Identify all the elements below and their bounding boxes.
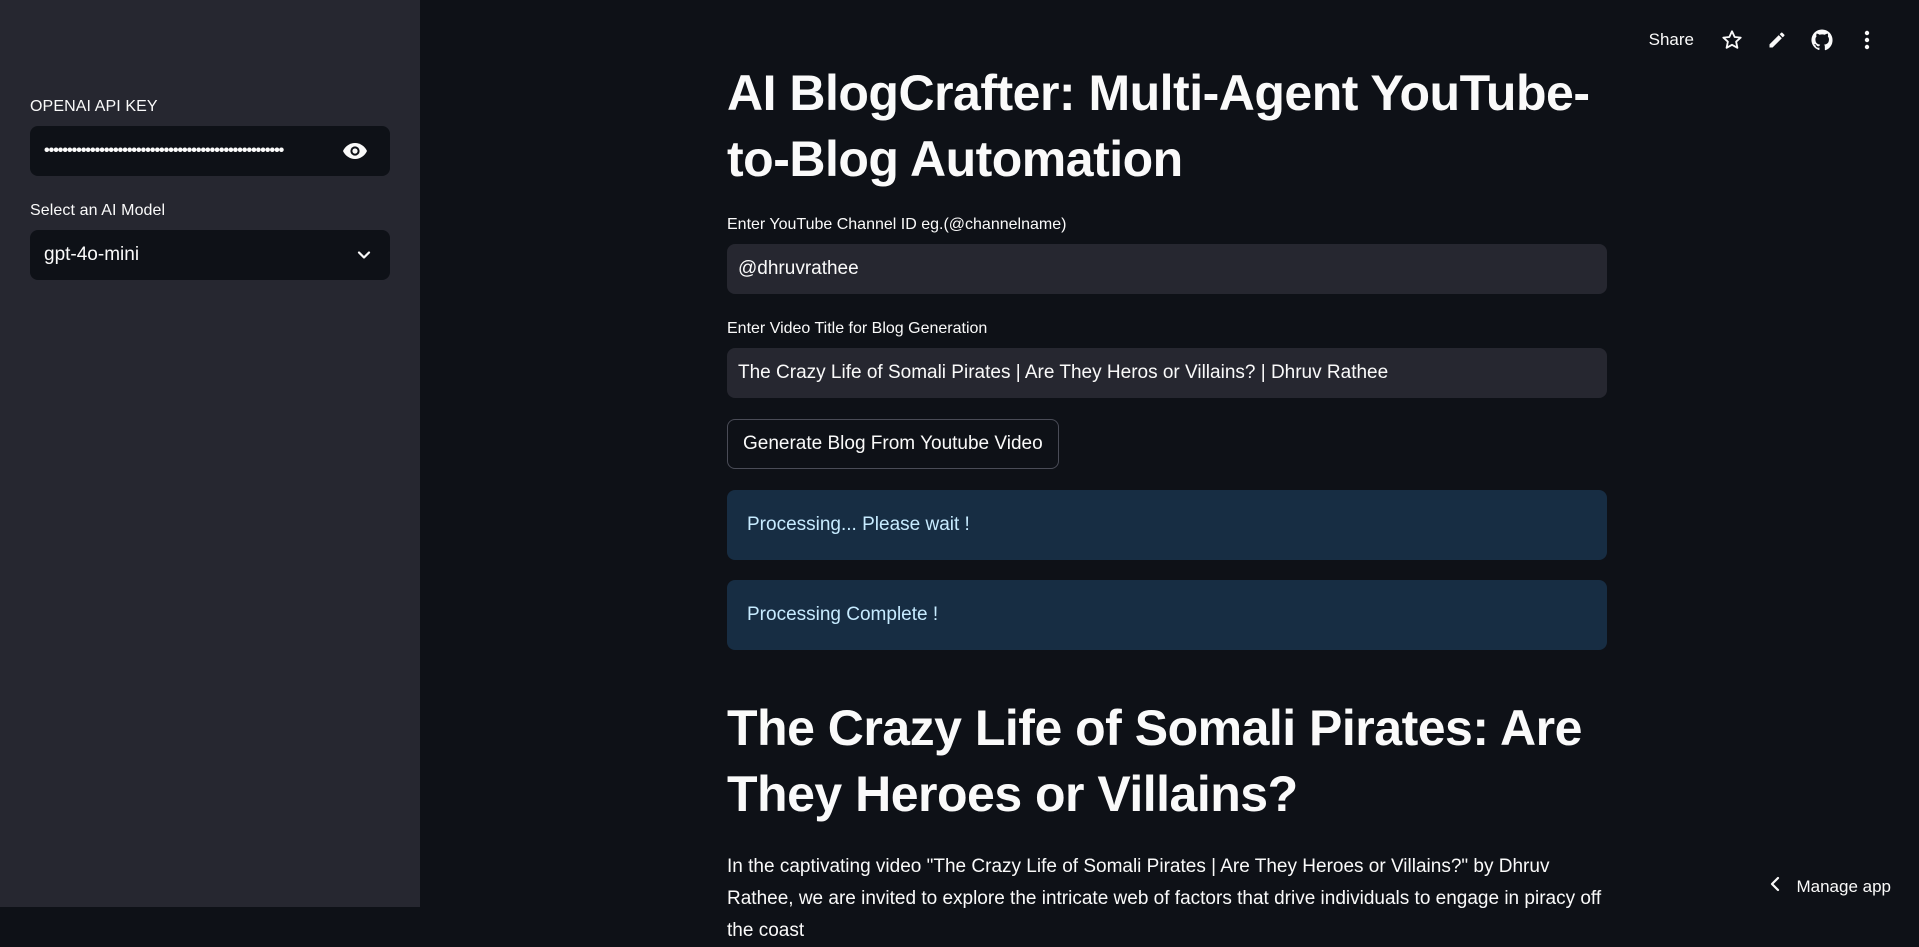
status-processing-alert: Processing... Please wait ! [727, 490, 1607, 560]
eye-icon[interactable] [342, 140, 368, 162]
video-title-input[interactable]: The Crazy Life of Somali Pirates | Are T… [727, 348, 1607, 398]
blog-paragraph: In the captivating video "The Crazy Life… [727, 851, 1607, 947]
video-title-value: The Crazy Life of Somali Pirates | Are T… [738, 362, 1388, 384]
github-icon[interactable] [1810, 28, 1834, 52]
chevron-down-icon [356, 247, 372, 269]
main-content: AI BlogCrafter: Multi-Agent YouTube-to-B… [727, 60, 1607, 947]
channel-id-input[interactable]: @dhruvrathee [727, 244, 1607, 294]
status-complete-alert: Processing Complete ! [727, 580, 1607, 650]
star-icon[interactable] [1720, 28, 1744, 52]
model-select[interactable]: gpt-4o-mini [30, 230, 390, 280]
video-title-label: Enter Video Title for Blog Generation [727, 320, 1607, 338]
status-complete-text: Processing Complete ! [747, 604, 938, 626]
chevron-left-icon [1770, 876, 1780, 897]
api-key-label: OPENAI API KEY [30, 98, 390, 116]
manage-app-button[interactable]: Manage app [1770, 876, 1891, 897]
channel-id-value: @dhruvrathee [738, 258, 859, 280]
blog-title: The Crazy Life of Somali Pirates: Are Th… [727, 695, 1607, 827]
channel-id-label: Enter YouTube Channel ID eg.(@channelnam… [727, 216, 1607, 234]
more-vertical-icon[interactable] [1855, 28, 1879, 52]
generate-blog-button[interactable]: Generate Blog From Youtube Video [727, 419, 1059, 469]
share-button[interactable]: Share [1649, 30, 1694, 50]
api-key-value: ••••••••••••••••••••••••••••••••••••••••… [44, 142, 326, 160]
api-key-input[interactable]: ••••••••••••••••••••••••••••••••••••••••… [30, 126, 390, 176]
toolbar: Share [1649, 22, 1919, 58]
model-select-label: Select an AI Model [30, 202, 390, 220]
model-select-value: gpt-4o-mini [44, 244, 139, 266]
manage-app-label: Manage app [1796, 877, 1891, 897]
page-title: AI BlogCrafter: Multi-Agent YouTube-to-B… [727, 60, 1607, 192]
status-processing-text: Processing... Please wait ! [747, 514, 970, 536]
sidebar: OPENAI API KEY •••••••••••••••••••••••••… [0, 0, 420, 907]
edit-icon[interactable] [1765, 28, 1789, 52]
